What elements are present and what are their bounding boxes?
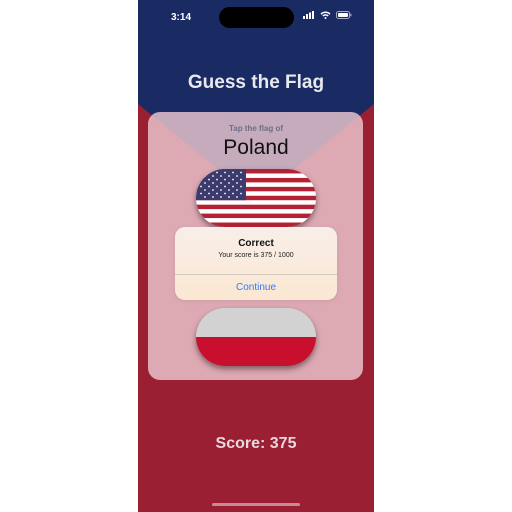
- us-flag-icon: [196, 169, 316, 227]
- status-time: 3:14: [171, 12, 192, 23]
- prompt-label: Tap the flag of: [228, 124, 284, 133]
- status-bar: 3:14: [138, 0, 374, 34]
- alert-title: Correct: [238, 238, 274, 249]
- battery-icon: [336, 11, 352, 19]
- home-indicator[interactable]: [212, 503, 300, 506]
- cellular-signal-icon: [303, 11, 314, 19]
- result-alert: Correct Your score is 375 / 1000 Continu…: [175, 227, 337, 300]
- dynamic-island: [219, 7, 294, 28]
- status-icons: [303, 11, 352, 19]
- score-label: Score: 375: [215, 435, 297, 452]
- continue-button[interactable]: Continue: [175, 275, 337, 300]
- flag-button-us[interactable]: [196, 169, 316, 227]
- target-country: Poland: [223, 136, 289, 159]
- phone-screen: 3:14 Guess the Flag Tap the flag of Pola…: [138, 0, 374, 512]
- poland-flag-icon: [196, 308, 316, 366]
- alert-message: Your score is 375 / 1000: [218, 252, 294, 259]
- flag-button-poland[interactable]: [196, 308, 316, 366]
- page-title: Guess the Flag: [187, 72, 325, 93]
- wifi-icon: [320, 11, 331, 19]
